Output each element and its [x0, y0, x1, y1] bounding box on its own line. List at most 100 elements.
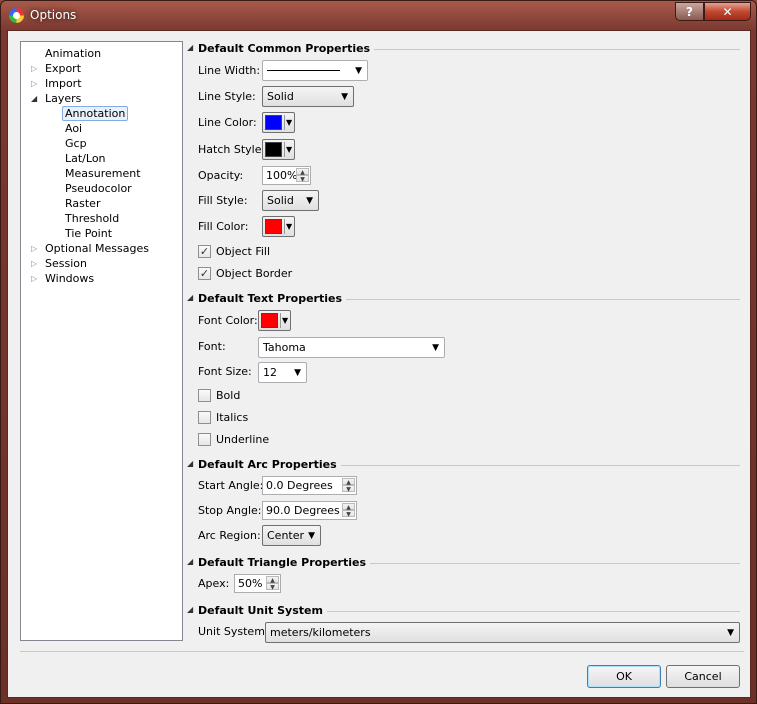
line-color-label: Line Color:: [198, 116, 257, 129]
underline-label: Underline: [216, 433, 270, 446]
arc-region-label: Arc Region:: [198, 529, 261, 542]
cancel-button[interactable]: Cancel: [666, 665, 740, 688]
divider: [284, 115, 285, 130]
tree-item-label: Threshold: [65, 212, 120, 225]
fill-style-value: Solid: [267, 194, 294, 207]
bold-checkbox[interactable]: Bold: [198, 387, 278, 403]
expand-arrow-icon[interactable]: ▷: [31, 76, 39, 91]
help-button[interactable]: ?: [675, 2, 704, 21]
spin-up-icon[interactable]: ▲: [266, 576, 279, 584]
section-title: Default Text Properties: [198, 292, 347, 306]
collapse-arrow-icon[interactable]: ◢: [187, 557, 193, 566]
expand-arrow-icon[interactable]: ▷: [31, 61, 39, 76]
spin-down-icon[interactable]: ▼: [342, 485, 355, 493]
fill-color-label: Fill Color:: [198, 220, 249, 233]
object-fill-checkbox[interactable]: ✓ Object Fill: [198, 243, 318, 259]
italics-label: Italics: [216, 411, 249, 424]
chevron-down-icon: ▼: [341, 92, 348, 102]
underline-checkbox[interactable]: Underline: [198, 431, 288, 447]
object-border-label: Object Border: [216, 267, 293, 280]
unit-system-label: Unit System:: [198, 625, 269, 638]
font-size-label: Font Size:: [198, 365, 252, 378]
tree-item-label: Aoi: [65, 122, 83, 135]
options-category-tree[interactable]: Animation ▷ Export ▷ Import ◢ Layers Ann…: [20, 41, 183, 641]
spin-down-icon[interactable]: ▼: [266, 583, 279, 591]
fill-style-dropdown[interactable]: Solid ▼: [262, 190, 319, 211]
fill-style-label: Fill Style:: [198, 194, 248, 207]
font-size-dropdown[interactable]: 12 ▼: [258, 362, 307, 383]
tree-item-label: Layers: [45, 92, 82, 105]
start-angle-spinbox[interactable]: 0.0 Degrees ▲ ▼: [262, 476, 357, 495]
title-bar[interactable]: Options ? ✕: [1, 1, 756, 31]
spin-down-icon[interactable]: ▼: [296, 175, 309, 183]
collapse-arrow-icon[interactable]: ◢: [187, 605, 193, 614]
spin-down-icon[interactable]: ▼: [342, 510, 355, 518]
divider: [284, 219, 285, 234]
collapse-arrow-icon[interactable]: ◢: [31, 91, 39, 106]
collapse-arrow-icon[interactable]: ◢: [187, 459, 193, 468]
start-angle-value: 0.0 Degrees: [266, 479, 333, 492]
font-label: Font:: [198, 340, 226, 353]
chevron-down-icon: ▼: [432, 343, 439, 353]
font-color-picker[interactable]: ▼: [258, 310, 291, 331]
line-style-dropdown[interactable]: Solid ▼: [262, 86, 354, 107]
line-style-label: Line Style:: [198, 90, 256, 103]
object-border-checkbox[interactable]: ✓ Object Border: [198, 265, 318, 281]
chevron-down-icon: ▼: [286, 145, 293, 154]
unit-system-dropdown[interactable]: meters/kilometers ▼: [265, 622, 740, 643]
section-text-properties[interactable]: ◢ Default Text Properties: [184, 292, 752, 306]
italics-checkbox[interactable]: Italics: [198, 409, 278, 425]
window-title: Options: [30, 8, 77, 22]
checkmark-icon: ✓: [198, 267, 211, 280]
tree-item-label: Tie Point: [65, 227, 113, 240]
spin-buttons: ▲ ▼: [342, 503, 355, 518]
section-title: Default Unit System: [198, 604, 327, 618]
apex-value: 50%: [238, 577, 263, 590]
checkbox-box: [198, 433, 211, 446]
section-arc-properties[interactable]: ◢ Default Arc Properties: [184, 458, 752, 472]
section-title: Default Common Properties: [198, 42, 375, 56]
spin-up-icon[interactable]: ▲: [296, 168, 309, 176]
close-button[interactable]: ✕: [704, 2, 751, 21]
chevron-down-icon: ▼: [286, 118, 293, 127]
collapse-arrow-icon[interactable]: ◢: [187, 293, 193, 302]
font-value: Tahoma: [263, 341, 306, 354]
spin-up-icon[interactable]: ▲: [342, 478, 355, 486]
ok-button[interactable]: OK: [587, 665, 661, 688]
tree-item-label: Measurement: [65, 167, 141, 180]
tree-item-label: Session: [45, 257, 87, 270]
chevron-down-icon: ▼: [286, 222, 293, 231]
properties-panel: ◢ Default Common Properties Line Width: …: [184, 31, 752, 651]
hatch-style-picker[interactable]: ▼: [262, 139, 295, 160]
section-unit-system[interactable]: ◢ Default Unit System: [184, 604, 752, 618]
spin-buttons: ▲ ▼: [266, 576, 279, 591]
chevron-down-icon: ▼: [306, 196, 313, 206]
stop-angle-spinbox[interactable]: 90.0 Degrees ▲ ▼: [262, 501, 357, 520]
apex-label: Apex:: [198, 577, 230, 590]
tree-item-label: Animation: [45, 47, 102, 60]
font-dropdown[interactable]: Tahoma ▼: [258, 337, 445, 358]
arc-region-dropdown[interactable]: Center ▼: [262, 525, 321, 546]
opacity-spinbox[interactable]: 100% ▲ ▼: [262, 166, 311, 185]
line-width-preview: [267, 70, 340, 71]
section-triangle-properties[interactable]: ◢ Default Triangle Properties: [184, 556, 752, 570]
line-color-picker[interactable]: ▼: [262, 112, 295, 133]
fill-color-picker[interactable]: ▼: [262, 216, 295, 237]
stop-angle-label: Stop Angle:: [198, 504, 262, 517]
expand-arrow-icon[interactable]: ▷: [31, 271, 39, 286]
expand-arrow-icon[interactable]: ▷: [31, 241, 39, 256]
font-size-value: 12: [263, 366, 277, 379]
opacity-label: Opacity:: [198, 169, 244, 182]
fill-color-swatch: [265, 219, 282, 234]
collapse-arrow-icon[interactable]: ◢: [187, 43, 193, 52]
spin-up-icon[interactable]: ▲: [342, 503, 355, 511]
stop-angle-value: 90.0 Degrees: [266, 504, 340, 517]
chevron-down-icon: ▼: [727, 628, 734, 638]
expand-arrow-icon[interactable]: ▷: [31, 256, 39, 271]
apex-spinbox[interactable]: 50% ▲ ▼: [234, 574, 281, 593]
spin-buttons: ▲ ▼: [342, 478, 355, 493]
unit-system-value: meters/kilometers: [270, 626, 371, 639]
chevron-down-icon: ▼: [294, 368, 301, 378]
line-width-dropdown[interactable]: ▼: [262, 60, 368, 81]
section-common-properties[interactable]: ◢ Default Common Properties: [184, 42, 752, 56]
